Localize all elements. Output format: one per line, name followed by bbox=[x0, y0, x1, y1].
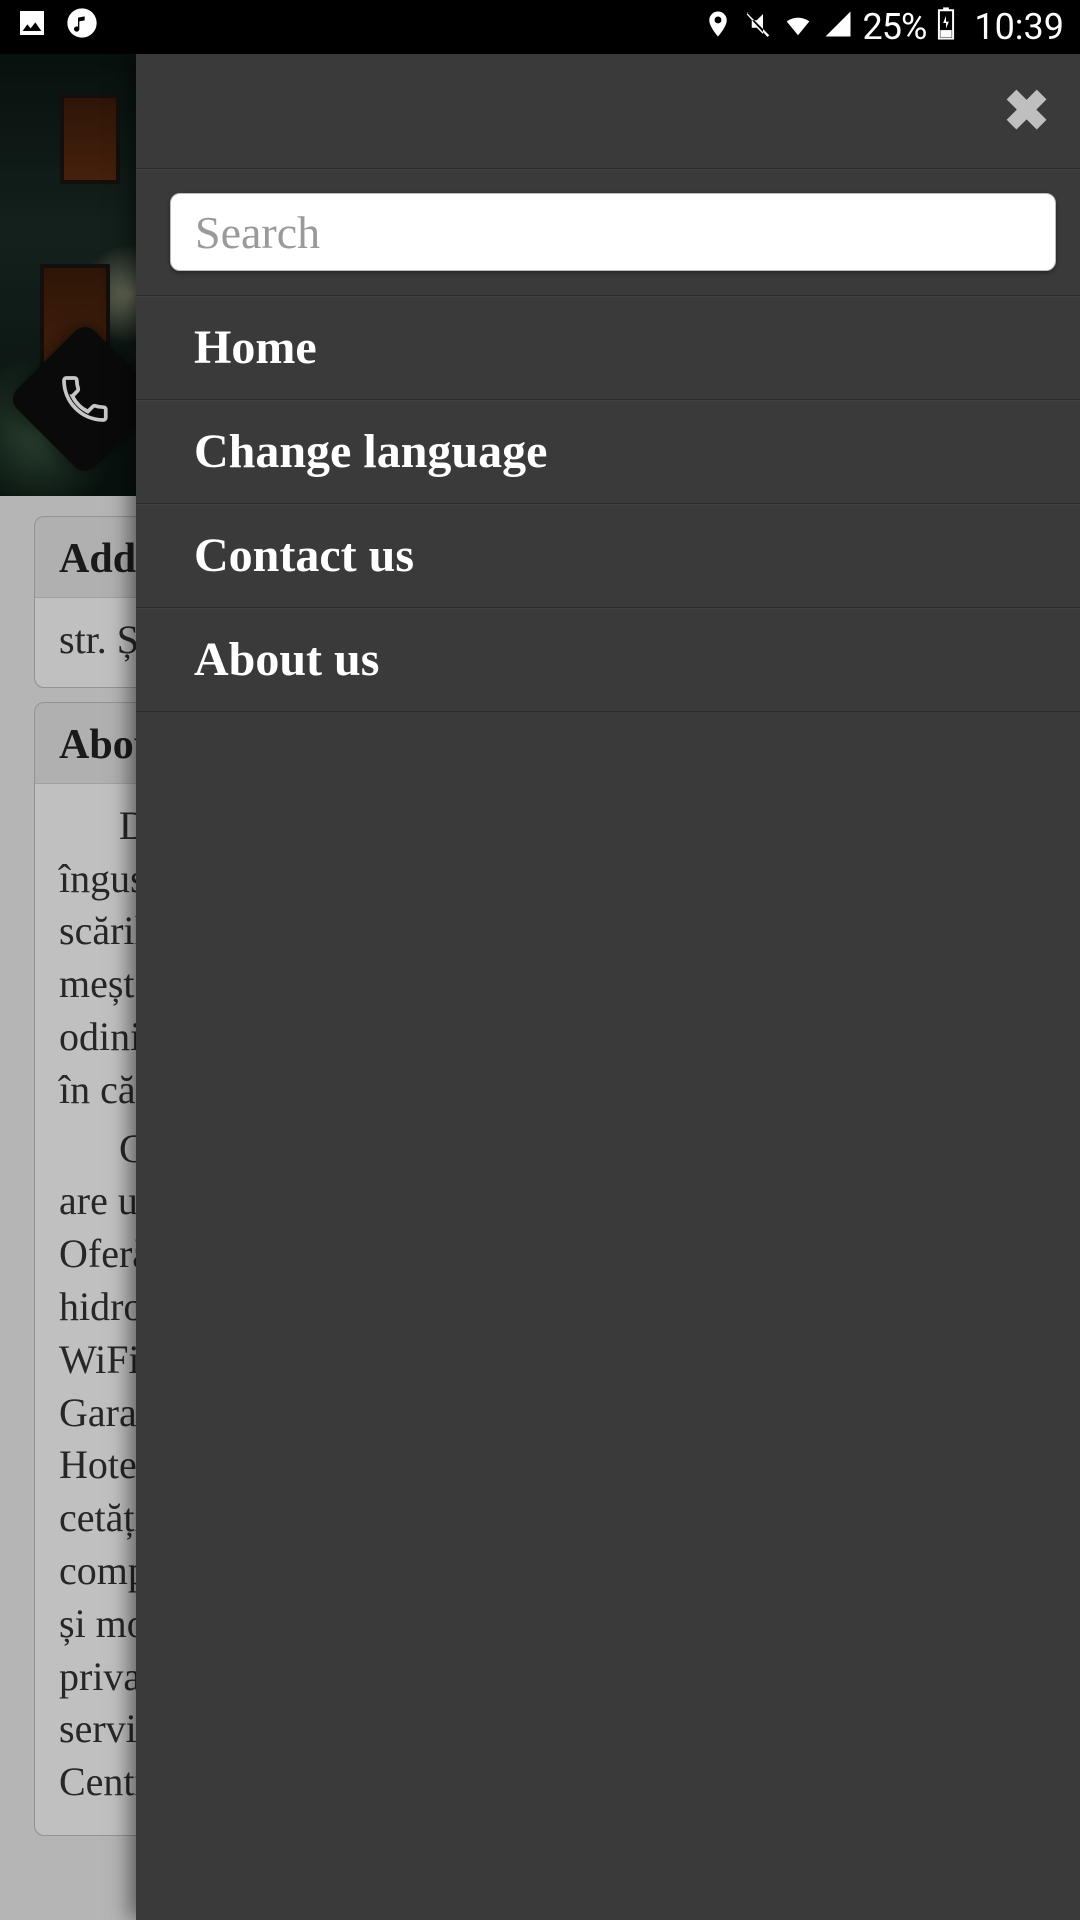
mute-icon bbox=[743, 6, 773, 48]
android-status-bar: 25% 10:39 bbox=[0, 0, 1080, 54]
menu-item-home[interactable]: Home bbox=[136, 296, 1080, 400]
status-right: 25% 10:39 bbox=[703, 6, 1065, 49]
gallery-icon bbox=[16, 6, 48, 48]
nav-drawer: ✖ Home Change language Contact us About … bbox=[136, 54, 1080, 1920]
menu-item-contact-us[interactable]: Contact us bbox=[136, 504, 1080, 608]
menu-item-about-us[interactable]: About us bbox=[136, 608, 1080, 712]
status-clock: 10:39 bbox=[974, 6, 1064, 48]
close-icon[interactable]: ✖ bbox=[1003, 83, 1050, 139]
menu-item-change-language[interactable]: Change language bbox=[136, 400, 1080, 504]
location-icon bbox=[703, 6, 733, 48]
drawer-top: ✖ bbox=[136, 54, 1080, 169]
battery-icon bbox=[936, 6, 956, 49]
music-note-icon bbox=[66, 6, 98, 48]
battery-percent: 25% bbox=[863, 6, 927, 48]
cell-signal-icon bbox=[823, 6, 853, 48]
status-left bbox=[16, 6, 98, 48]
search-input[interactable] bbox=[170, 193, 1056, 271]
search-section bbox=[136, 169, 1080, 296]
wifi-icon bbox=[783, 6, 813, 48]
